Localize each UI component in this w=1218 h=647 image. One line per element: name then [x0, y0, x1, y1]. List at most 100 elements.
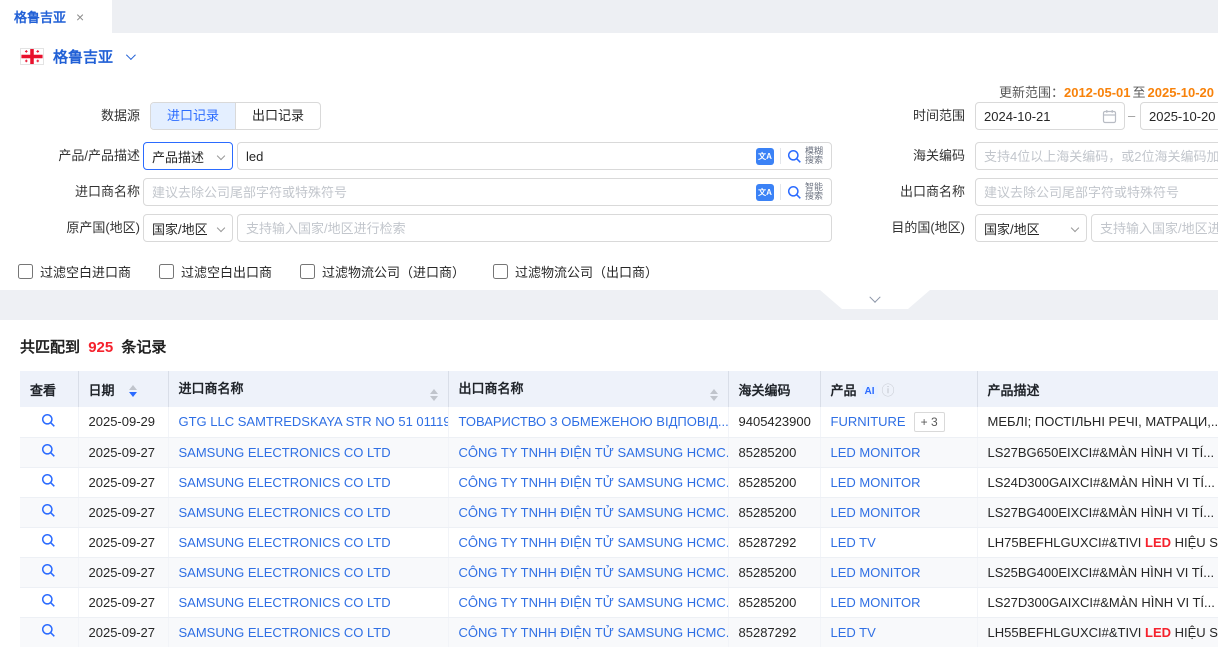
- importer-link[interactable]: SAMSUNG ELECTRONICS CO LTD: [179, 445, 391, 460]
- date-from-input[interactable]: [976, 109, 1102, 124]
- checkbox-filter-blank-importer[interactable]: 过滤空白进口商: [18, 262, 131, 281]
- importer-link[interactable]: SAMSUNG ELECTRONICS CO LTD: [179, 625, 391, 640]
- table-row: 2025-09-27 SAMSUNG ELECTRONICS CO LTD CÔ…: [20, 497, 1218, 527]
- calendar-icon[interactable]: [1102, 109, 1117, 124]
- checkbox-filter-logistics-importer[interactable]: 过滤物流公司（进口商）: [300, 262, 465, 281]
- translate-icon[interactable]: 文A: [756, 184, 774, 201]
- product-type-select[interactable]: 产品描述: [143, 142, 233, 170]
- view-magnifier-icon[interactable]: [41, 533, 56, 548]
- fuzzy-search-button[interactable]: 模糊 搜索: [787, 147, 823, 165]
- exporter-link[interactable]: CÔNG TY TNHH ĐIỆN TỬ SAMSUNG HCMC...: [459, 565, 729, 580]
- checkbox[interactable]: [493, 264, 508, 279]
- importer-name-input[interactable]: [144, 185, 756, 200]
- tab-bar: 格鲁吉亚 ×: [0, 0, 1218, 33]
- table-row: 2025-09-27 SAMSUNG ELECTRONICS CO LTD CÔ…: [20, 437, 1218, 467]
- georgia-flag-icon: [20, 48, 44, 65]
- product-search-field: 文A 模糊 搜索: [237, 142, 832, 170]
- result-count: 925: [88, 339, 113, 356]
- checkbox-filter-blank-exporter[interactable]: 过滤空白出口商: [159, 262, 272, 281]
- product-tag-link[interactable]: LED MONITOR: [831, 475, 921, 490]
- view-magnifier-icon[interactable]: [41, 443, 56, 458]
- product-tag-link[interactable]: LED MONITOR: [831, 595, 921, 610]
- row-description: LS27D300GAIXCI#&MÀN HÌNH VI TÍ...: [977, 587, 1218, 617]
- exporter-link[interactable]: CÔNG TY TNHH ĐIỆN TỬ SAMSUNG HCMC...: [459, 445, 729, 460]
- header-hs-code: 海关编码: [728, 371, 820, 407]
- date-to-input[interactable]: [1141, 109, 1218, 124]
- view-magnifier-icon[interactable]: [41, 503, 56, 518]
- sort-icon-importer[interactable]: [430, 389, 438, 401]
- header-date[interactable]: 日期: [78, 371, 168, 407]
- date-from-field: [975, 102, 1125, 130]
- product-tag-link[interactable]: LED TV: [831, 535, 876, 550]
- importer-link[interactable]: SAMSUNG ELECTRONICS CO LTD: [179, 535, 391, 550]
- importer-link[interactable]: SAMSUNG ELECTRONICS CO LTD: [179, 565, 391, 580]
- date-to-field: [1140, 102, 1218, 130]
- product-tag-link[interactable]: LED TV: [831, 625, 876, 640]
- header-exporter[interactable]: 出口商名称: [448, 371, 728, 407]
- exporter-link[interactable]: CÔNG TY TNHH ĐIỆN TỬ SAMSUNG HCMC...: [459, 505, 729, 520]
- data-source-label: 数据源: [0, 102, 140, 130]
- chevron-down-icon[interactable]: [126, 50, 136, 60]
- info-icon[interactable]: ⓘ: [882, 383, 895, 398]
- sort-icon-exporter[interactable]: [710, 389, 718, 401]
- row-date: 2025-09-27: [78, 557, 168, 587]
- country-name[interactable]: 格鲁吉亚: [53, 46, 113, 67]
- checkbox[interactable]: [159, 264, 174, 279]
- row-hs-code: 85285200: [728, 557, 820, 587]
- row-description: LS25BG400EIXCI#&MÀN HÌNH VI TÍ...: [977, 557, 1218, 587]
- origin-country-select[interactable]: 国家/地区: [143, 214, 233, 242]
- search-icon: [787, 149, 802, 164]
- exporter-link[interactable]: ТОВАРИСТВО З ОБМЕЖЕНОЮ ВІДПОВІД...: [459, 414, 729, 429]
- destination-country-select[interactable]: 国家/地区: [975, 214, 1087, 242]
- smart-search-button[interactable]: 智能 搜索: [787, 183, 823, 201]
- importer-link[interactable]: SAMSUNG ELECTRONICS CO LTD: [179, 505, 391, 520]
- translate-icon[interactable]: 文A: [756, 148, 774, 165]
- header-product: 产品AIⓘ: [820, 371, 977, 407]
- view-magnifier-icon[interactable]: [41, 413, 56, 428]
- checkbox[interactable]: [18, 264, 33, 279]
- hs-code-input[interactable]: [976, 149, 1218, 164]
- header-importer[interactable]: 进口商名称: [168, 371, 448, 407]
- tab-export-records[interactable]: 出口记录: [235, 103, 320, 129]
- time-range-label: 时间范围: [820, 102, 965, 130]
- product-tag-link[interactable]: LED MONITOR: [831, 565, 921, 580]
- product-tag-link[interactable]: FURNITURE: [831, 414, 906, 429]
- exporter-link[interactable]: CÔNG TY TNHH ĐIỆN TỬ SAMSUNG HCMC...: [459, 595, 729, 610]
- view-magnifier-icon[interactable]: [41, 593, 56, 608]
- importer-link[interactable]: GTG LLC SAMTREDSKAYA STR NO 51 01119...: [179, 414, 449, 429]
- tab-georgia[interactable]: 格鲁吉亚 ×: [0, 0, 112, 33]
- importer-link[interactable]: SAMSUNG ELECTRONICS CO LTD: [179, 595, 391, 610]
- chevron-down-icon: [869, 291, 880, 302]
- chevron-down-icon: [217, 152, 225, 160]
- row-hs-code: 85285200: [728, 437, 820, 467]
- product-tag-link[interactable]: LED MONITOR: [831, 445, 921, 460]
- header-description: 产品描述: [977, 371, 1218, 407]
- tab-close-icon[interactable]: ×: [76, 10, 84, 24]
- destination-country-input[interactable]: [1092, 221, 1218, 236]
- importer-name-field: 文A 智能 搜索: [143, 178, 832, 206]
- row-date: 2025-09-29: [78, 407, 168, 437]
- checkbox-filter-logistics-exporter[interactable]: 过滤物流公司（出口商）: [493, 262, 658, 281]
- product-extra-badge[interactable]: + 3: [914, 412, 945, 432]
- exporter-link[interactable]: CÔNG TY TNHH ĐIỆN TỬ SAMSUNG HCMC...: [459, 625, 729, 640]
- exporter-link[interactable]: CÔNG TY TNHH ĐIỆN TỬ SAMSUNG HCMC...: [459, 535, 729, 550]
- collapse-band: [0, 290, 1218, 320]
- exporter-link[interactable]: CÔNG TY TNHH ĐIỆN TỬ SAMSUNG HCMC...: [459, 475, 729, 490]
- checkbox[interactable]: [300, 264, 315, 279]
- importer-link[interactable]: SAMSUNG ELECTRONICS CO LTD: [179, 475, 391, 490]
- origin-country-input[interactable]: [238, 221, 819, 236]
- exporter-name-input[interactable]: [976, 185, 1218, 200]
- product-type-value: 产品描述: [152, 147, 204, 166]
- sort-icon-date[interactable]: [129, 385, 137, 397]
- view-magnifier-icon[interactable]: [41, 563, 56, 578]
- product-tag-link[interactable]: LED MONITOR: [831, 505, 921, 520]
- origin-country-label: 原产国(地区): [0, 214, 140, 242]
- row-description: LS27BG650EIXCI#&MÀN HÌNH VI TÍ...: [977, 437, 1218, 467]
- tab-import-records[interactable]: 进口记录: [151, 103, 235, 129]
- collapse-panel-handle[interactable]: [820, 290, 930, 309]
- hs-code-field: [975, 142, 1218, 170]
- product-search-input[interactable]: [238, 149, 756, 164]
- view-magnifier-icon[interactable]: [41, 623, 56, 638]
- view-magnifier-icon[interactable]: [41, 473, 56, 488]
- row-description: LH75BEFHLGUXCI#&TIVI LED HIỆU S...: [977, 527, 1218, 557]
